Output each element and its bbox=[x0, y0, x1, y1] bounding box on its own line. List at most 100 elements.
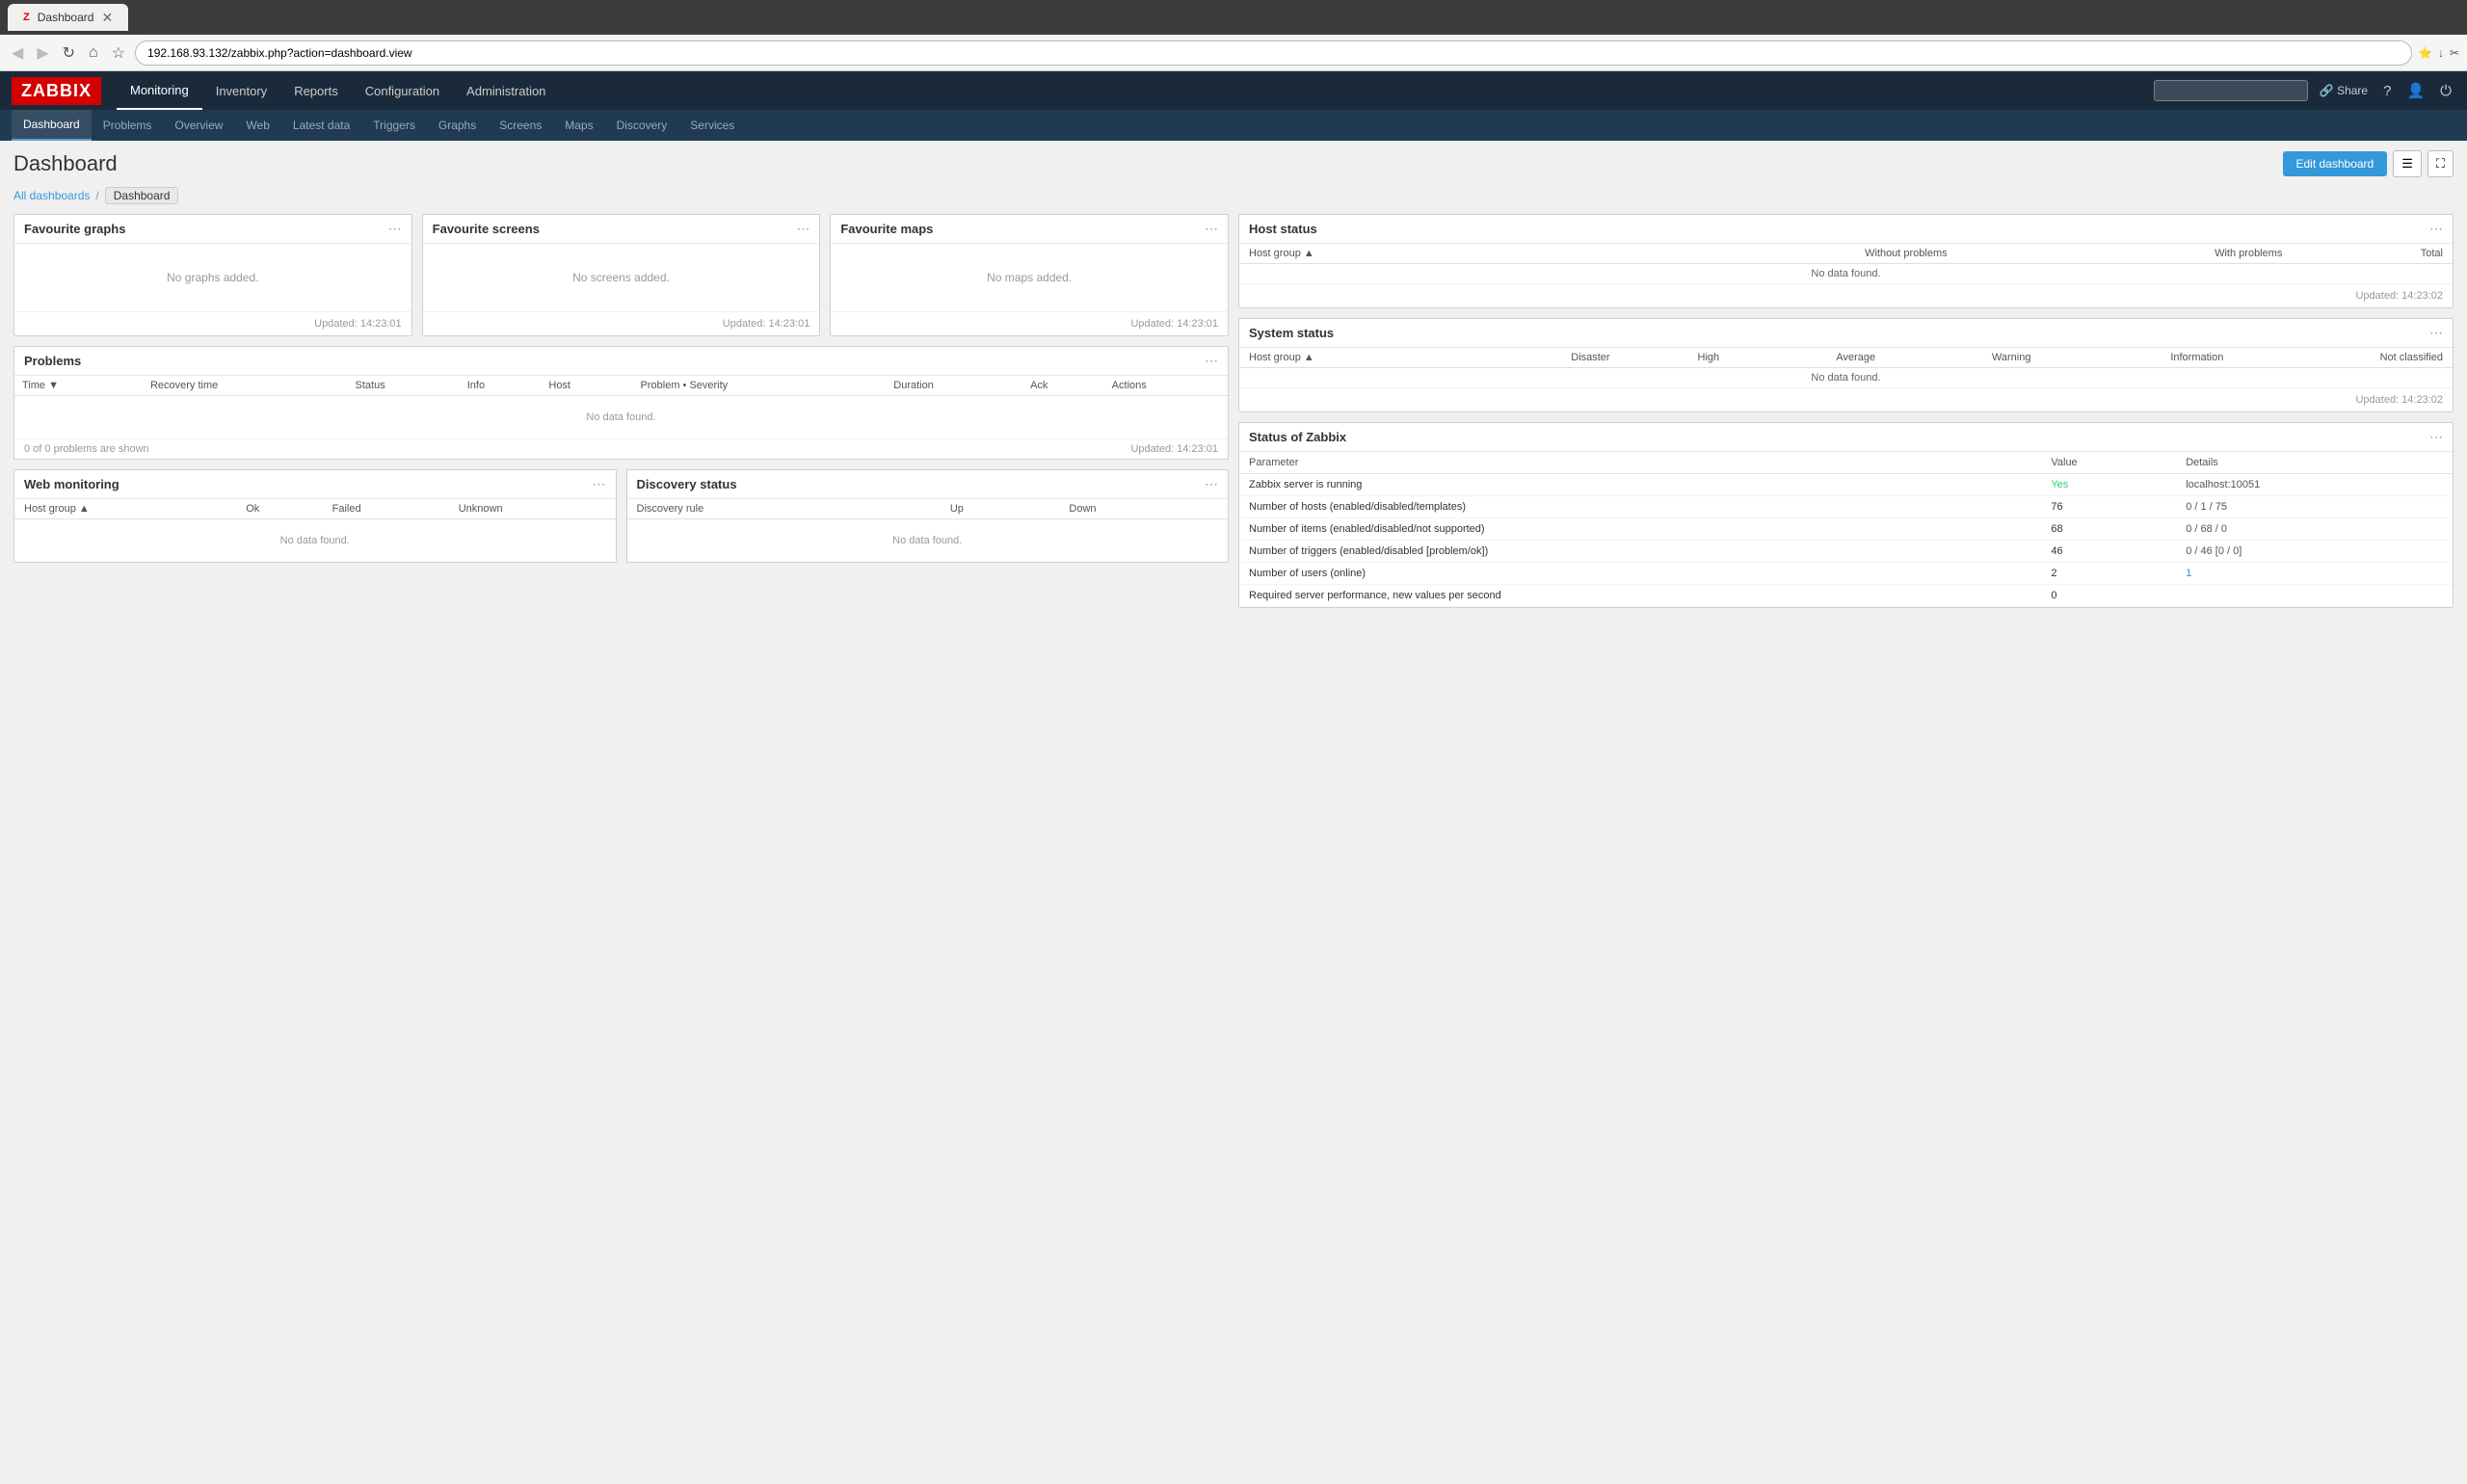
web-col-ok[interactable]: Ok bbox=[236, 499, 322, 519]
web-col-failed[interactable]: Failed bbox=[323, 499, 449, 519]
favourite-maps-menu[interactable]: ⋯ bbox=[1205, 221, 1218, 237]
disc-col-up[interactable]: Up bbox=[941, 499, 1060, 519]
web-monitoring-menu[interactable]: ⋯ bbox=[593, 476, 606, 492]
favourite-graphs-widget: Favourite graphs ⋯ No graphs added. Upda… bbox=[13, 214, 412, 336]
subnav-graphs[interactable]: Graphs bbox=[427, 110, 488, 141]
zabbix-col-parameter: Parameter bbox=[1239, 452, 2041, 474]
disc-no-data-row: No data found. bbox=[627, 519, 1229, 563]
zabbix-status-row: Number of users (online)21 bbox=[1239, 563, 2453, 585]
nav-monitoring[interactable]: Monitoring bbox=[117, 71, 202, 110]
problems-col-status[interactable]: Status bbox=[348, 376, 460, 396]
favourite-maps-title: Favourite maps bbox=[840, 222, 933, 236]
favourite-maps-no-data: No maps added. bbox=[840, 252, 1218, 304]
share-button[interactable]: 🔗 Share bbox=[2316, 82, 2372, 99]
problems-col-ack[interactable]: Ack bbox=[1022, 376, 1104, 396]
search-input[interactable] bbox=[2154, 80, 2308, 101]
nav-reports[interactable]: Reports bbox=[280, 71, 352, 110]
breadcrumb: All dashboards / Dashboard bbox=[13, 187, 2454, 204]
subnav-latest-data[interactable]: Latest data bbox=[281, 110, 361, 141]
subnav-screens[interactable]: Screens bbox=[488, 110, 553, 141]
zabbix-value-3: 46 bbox=[2041, 541, 2176, 563]
tab-close-button[interactable]: ✕ bbox=[101, 10, 113, 26]
nav-configuration[interactable]: Configuration bbox=[352, 71, 453, 110]
host-col-total[interactable]: Total bbox=[2292, 244, 2453, 264]
system-status-header: System status ⋯ bbox=[1239, 319, 2453, 348]
home-button[interactable]: ⌂ bbox=[85, 42, 102, 64]
forward-button[interactable]: ▶ bbox=[33, 41, 52, 65]
problems-col-problem[interactable]: Problem • Severity bbox=[633, 376, 887, 396]
favourite-graphs-no-data: No graphs added. bbox=[24, 252, 402, 304]
subnav-web[interactable]: Web bbox=[234, 110, 280, 141]
system-status-table: Host group ▲ Disaster High Average Warni… bbox=[1239, 348, 2453, 387]
host-status-header: Host status ⋯ bbox=[1239, 215, 2453, 244]
sys-col-not-classified[interactable]: Not classified bbox=[2233, 348, 2453, 368]
bottom-left-widgets: Web monitoring ⋯ Host group ▲ Ok bbox=[13, 469, 1229, 563]
refresh-button[interactable]: ↻ bbox=[59, 41, 79, 65]
breadcrumb-all-dashboards[interactable]: All dashboards bbox=[13, 189, 90, 202]
zabbix-status-row: Number of hosts (enabled/disabled/templa… bbox=[1239, 496, 2453, 518]
sys-col-average[interactable]: Average bbox=[1729, 348, 1885, 368]
bookmark-button[interactable]: ☆ bbox=[108, 41, 129, 65]
sys-col-hostgroup[interactable]: Host group ▲ bbox=[1239, 348, 1465, 368]
host-status-updated: Updated: 14:23:02 bbox=[1239, 283, 2453, 307]
discovery-status-menu[interactable]: ⋯ bbox=[1205, 476, 1218, 492]
back-button[interactable]: ◀ bbox=[8, 41, 27, 65]
host-status-menu[interactable]: ⋯ bbox=[2429, 221, 2443, 237]
web-col-unknown[interactable]: Unknown bbox=[449, 499, 616, 519]
logout-button[interactable]: ⏻ bbox=[2436, 81, 2455, 101]
subnav-dashboard[interactable]: Dashboard bbox=[12, 110, 92, 141]
problems-title: Problems bbox=[24, 354, 81, 368]
subnav-discovery[interactable]: Discovery bbox=[605, 110, 679, 141]
host-col-with-problems[interactable]: With problems bbox=[1957, 244, 2293, 264]
zabbix-value-5: 0 bbox=[2041, 585, 2176, 607]
left-column: Favourite graphs ⋯ No graphs added. Upda… bbox=[13, 214, 1229, 608]
problems-col-duration[interactable]: Duration bbox=[886, 376, 1022, 396]
problems-col-host[interactable]: Host bbox=[541, 376, 632, 396]
dashboard-expand-button[interactable]: ⛶ bbox=[2427, 150, 2454, 177]
sys-col-disaster[interactable]: Disaster bbox=[1465, 348, 1620, 368]
web-col-hostgroup[interactable]: Host group ▲ bbox=[14, 499, 236, 519]
problems-menu[interactable]: ⋯ bbox=[1205, 353, 1218, 369]
nav-action-icon3[interactable]: ✂ bbox=[2450, 46, 2459, 60]
host-status-table: Host group ▲ Without problems With probl… bbox=[1239, 244, 2453, 283]
help-button[interactable]: ? bbox=[2379, 81, 2395, 101]
status-of-zabbix-menu[interactable]: ⋯ bbox=[2429, 429, 2443, 445]
browser-tab[interactable]: Z Dashboard ✕ bbox=[8, 4, 128, 31]
host-col-without-problems[interactable]: Without problems bbox=[1565, 244, 1957, 264]
favourite-screens-title: Favourite screens bbox=[433, 222, 540, 236]
problems-footer: 0 of 0 problems are shown Updated: 14:23… bbox=[14, 438, 1228, 459]
favourite-screens-updated: Updated: 14:23:01 bbox=[423, 311, 820, 335]
favourite-screens-no-data: No screens added. bbox=[433, 252, 810, 304]
nav-action-icon2[interactable]: ↓ bbox=[2438, 46, 2444, 60]
sys-col-high[interactable]: High bbox=[1620, 348, 1730, 368]
nav-inventory[interactable]: Inventory bbox=[202, 71, 280, 110]
url-bar[interactable] bbox=[135, 40, 2412, 66]
dashboard-list-button[interactable]: ☰ bbox=[2393, 150, 2422, 177]
zabbix-status-row: Zabbix server is runningYeslocalhost:100… bbox=[1239, 474, 2453, 496]
favourite-screens-menu[interactable]: ⋯ bbox=[796, 221, 809, 237]
subnav-problems[interactable]: Problems bbox=[92, 110, 164, 141]
favourite-graphs-menu[interactable]: ⋯ bbox=[388, 221, 402, 237]
zabbix-details-1: 0 / 1 / 75 bbox=[2176, 496, 2453, 518]
edit-dashboard-button[interactable]: Edit dashboard bbox=[2283, 151, 2388, 176]
zabbix-value-2: 68 bbox=[2041, 518, 2176, 541]
subnav-overview[interactable]: Overview bbox=[163, 110, 234, 141]
subnav-services[interactable]: Services bbox=[678, 110, 746, 141]
discovery-status-table: Discovery rule Up Down bbox=[627, 499, 1229, 562]
host-col-hostgroup[interactable]: Host group ▲ bbox=[1239, 244, 1565, 264]
disc-col-down[interactable]: Down bbox=[1059, 499, 1228, 519]
nav-administration[interactable]: Administration bbox=[453, 71, 559, 110]
subnav-triggers[interactable]: Triggers bbox=[361, 110, 427, 141]
problems-col-recovery[interactable]: Recovery time bbox=[143, 376, 348, 396]
sys-col-information[interactable]: Information bbox=[2040, 348, 2233, 368]
user-button[interactable]: 👤 bbox=[2402, 80, 2428, 101]
zabbix-status-row: Number of items (enabled/disabled/not su… bbox=[1239, 518, 2453, 541]
subnav-maps[interactable]: Maps bbox=[553, 110, 604, 141]
sys-col-warning[interactable]: Warning bbox=[1885, 348, 2040, 368]
problems-col-actions[interactable]: Actions bbox=[1104, 376, 1228, 396]
system-status-menu[interactable]: ⋯ bbox=[2429, 325, 2443, 341]
nav-action-icon[interactable]: ⭐ bbox=[2418, 46, 2432, 60]
problems-col-time[interactable]: Time ▼ bbox=[14, 376, 143, 396]
problems-col-info[interactable]: Info bbox=[460, 376, 542, 396]
disc-col-rule[interactable]: Discovery rule bbox=[627, 499, 941, 519]
